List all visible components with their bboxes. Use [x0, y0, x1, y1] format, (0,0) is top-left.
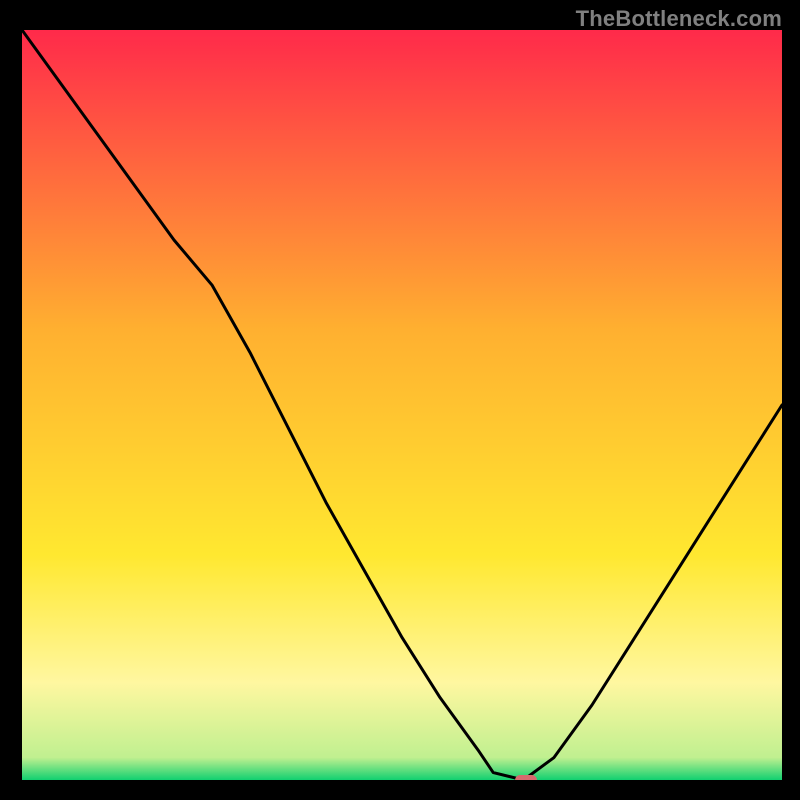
- watermark-text: TheBottleneck.com: [576, 6, 782, 32]
- optimal-marker: [515, 775, 537, 784]
- bottleneck-curve: [22, 30, 782, 780]
- plot-frame: [18, 30, 782, 784]
